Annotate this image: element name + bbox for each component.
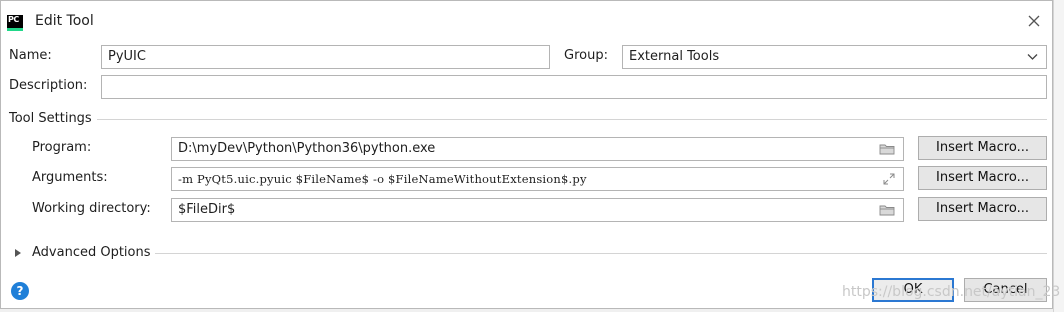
watermark-text: https://blog.csdn.net/aytian_23 <box>842 284 1061 300</box>
description-field[interactable] <box>101 75 1047 99</box>
insert-macro-program-button[interactable]: Insert Macro... <box>918 136 1047 160</box>
close-icon[interactable] <box>1025 12 1043 30</box>
group-select-value: External Tools <box>629 49 720 64</box>
app-logo-text: PC <box>8 15 19 24</box>
description-label: Description: <box>9 78 88 93</box>
program-label: Program: <box>32 140 92 155</box>
tool-settings-title: Tool Settings <box>9 111 92 126</box>
arguments-value: -m PyQt5.uic.pyuic $FileName$ -o $FileNa… <box>178 172 587 186</box>
name-field[interactable]: PyUIC <box>101 45 550 69</box>
arguments-label: Arguments: <box>32 170 108 185</box>
title-bar: PC Edit Tool <box>1 1 1052 41</box>
group-label: Group: <box>564 48 608 63</box>
folder-icon[interactable] <box>879 143 895 155</box>
background-window-edge <box>1053 0 1064 312</box>
working-directory-field[interactable]: $FileDir$ <box>171 198 904 222</box>
name-label: Name: <box>9 48 52 63</box>
folder-icon[interactable] <box>879 204 895 216</box>
arguments-field[interactable]: -m PyQt5.uic.pyuic $FileName$ -o $FileNa… <box>171 167 904 191</box>
expand-icon[interactable] <box>883 173 895 185</box>
edit-tool-dialog: PC Edit Tool Name: PyUIC Group: External… <box>0 0 1053 309</box>
insert-macro-arguments-button[interactable]: Insert Macro... <box>918 166 1047 190</box>
advanced-divider <box>155 253 1047 254</box>
dialog-title: Edit Tool <box>35 13 94 29</box>
chevron-down-icon <box>1027 54 1038 60</box>
pycharm-logo-icon: PC <box>7 15 23 31</box>
program-field[interactable]: D:\myDev\Python\Python36\python.exe <box>171 137 904 161</box>
group-select[interactable]: External Tools <box>622 45 1047 69</box>
section-divider <box>97 119 1047 120</box>
advanced-options-toggle[interactable]: Advanced Options <box>32 245 151 260</box>
working-directory-value: $FileDir$ <box>178 202 236 217</box>
expand-triangle-icon[interactable] <box>14 248 22 258</box>
working-directory-label: Working directory: <box>32 201 151 216</box>
help-icon[interactable]: ? <box>11 282 29 300</box>
program-value: D:\myDev\Python\Python36\python.exe <box>178 141 436 156</box>
insert-macro-workdir-button[interactable]: Insert Macro... <box>918 197 1047 221</box>
